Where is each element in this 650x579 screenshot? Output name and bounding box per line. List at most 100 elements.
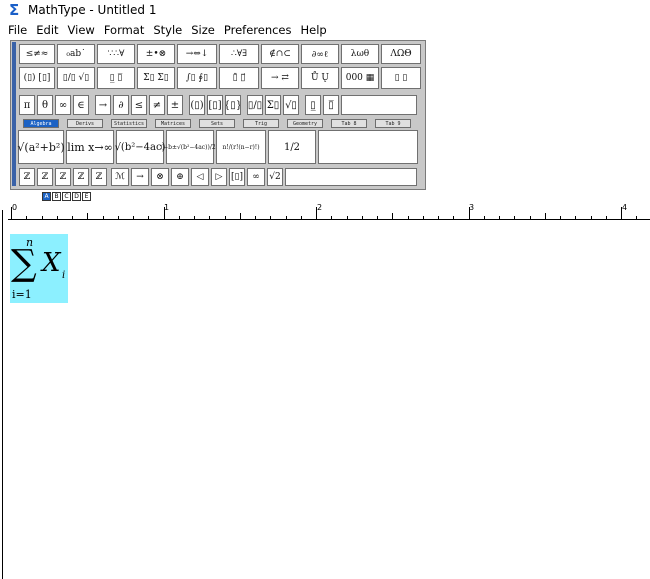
menu-size[interactable]: Size xyxy=(191,23,215,37)
menu-help[interactable]: Help xyxy=(301,23,327,37)
template-limit[interactable]: lim x→∞ xyxy=(66,130,114,164)
ruler-label-2: 2 xyxy=(317,203,323,212)
style-icon-b[interactable]: B xyxy=(52,192,61,201)
symbol-partial[interactable]: ∂ xyxy=(113,95,129,115)
template-discriminant[interactable]: √(b²−4ac) xyxy=(115,130,165,164)
template-overbar[interactable]: ▯̅ xyxy=(323,95,339,115)
symbol-circled-times[interactable]: ⊗ xyxy=(151,168,169,186)
symbol-theta[interactable]: θ xyxy=(37,95,53,115)
symbol-infinity-2[interactable]: ∞ xyxy=(247,168,265,186)
tab-statistics[interactable]: Statistics xyxy=(111,119,147,128)
palette-operators[interactable]: ±•⊗ xyxy=(137,44,175,64)
style-icon-e[interactable]: E xyxy=(82,192,91,201)
template-braces[interactable]: {▯} xyxy=(225,95,241,115)
symbol-right-arrow[interactable]: → xyxy=(131,168,149,186)
style-icon-d[interactable]: D xyxy=(72,192,81,201)
palette-arrows[interactable]: →⇔↓ xyxy=(177,44,217,64)
symbol-integers-4[interactable]: ℤ xyxy=(73,168,89,186)
menu-bar: File Edit View Format Style Size Prefere… xyxy=(0,21,328,39)
ruler[interactable]: 0 1 2 3 4 xyxy=(8,203,650,220)
menu-format[interactable]: Format xyxy=(104,23,145,37)
tab-8[interactable]: Tab 8 xyxy=(331,119,367,128)
template-brackets[interactable]: [▯] xyxy=(207,95,223,115)
template-combination[interactable]: n!/(r!(n−r)!) xyxy=(216,130,266,164)
symbol-integers-5[interactable]: ℤ xyxy=(91,168,107,186)
ruler-tick xyxy=(56,216,58,219)
summand-variable[interactable]: X xyxy=(42,248,61,278)
palette-misc[interactable]: ∂∞ℓ xyxy=(301,44,339,64)
menu-style[interactable]: Style xyxy=(153,23,182,37)
ruler-tick xyxy=(163,207,165,219)
template-interval[interactable]: [▯] xyxy=(229,168,245,186)
tab-algebra[interactable]: Algebra xyxy=(23,119,59,128)
mathtype-app-icon: Σ xyxy=(9,1,20,19)
palette-logical[interactable]: ∴∀∃ xyxy=(219,44,259,64)
symbol-integers-2[interactable]: ℤ xyxy=(37,168,53,186)
tab-trig[interactable]: Trig xyxy=(243,119,279,128)
palette-boxes[interactable]: ▯ ▯ xyxy=(381,67,421,89)
style-icon-c[interactable]: C xyxy=(62,192,71,201)
style-icon-a[interactable]: A xyxy=(42,192,51,201)
symbol-circled-plus[interactable]: ⊕ xyxy=(171,168,189,186)
palette-labeled-arrows[interactable]: → ⇄ xyxy=(261,67,299,89)
template-parentheses[interactable]: (▯) xyxy=(189,95,205,115)
palette-set-theory[interactable]: ∉∩⊂ xyxy=(261,44,299,64)
menu-view[interactable]: View xyxy=(68,23,95,37)
tab-sets[interactable]: Sets xyxy=(199,119,235,128)
menu-edit[interactable]: Edit xyxy=(36,23,58,37)
symbol-infinity[interactable]: ∞ xyxy=(55,95,71,115)
equation-editor[interactable] xyxy=(3,222,650,579)
menu-preferences[interactable]: Preferences xyxy=(224,23,292,37)
template-fraction[interactable]: ▯/▯ xyxy=(247,95,263,115)
symbol-pi[interactable]: π xyxy=(19,95,35,115)
symbol-script-m[interactable]: ℳ xyxy=(111,168,129,186)
palette-bars[interactable]: ▯̄ ▯⃗ xyxy=(219,67,259,89)
template-one-half[interactable]: 1/2 xyxy=(268,130,316,164)
symbol-bar-empty-slot[interactable] xyxy=(341,95,417,115)
template-sum[interactable]: Σ▯ xyxy=(265,95,281,115)
palette-greek-lower[interactable]: λωθ xyxy=(341,44,379,64)
symbol-not-equal[interactable]: ≠ xyxy=(149,95,165,115)
symbol-arrow[interactable]: → xyxy=(95,95,111,115)
template-sqrt[interactable]: √▯ xyxy=(283,95,299,115)
tab-matrices[interactable]: Matrices xyxy=(155,119,191,128)
ruler-tick xyxy=(392,213,394,219)
template-pythagoras[interactable]: √(a²+b²) xyxy=(17,130,65,164)
symbol-plus-minus[interactable]: ± xyxy=(167,95,183,115)
palette-relations[interactable]: ≤≠≈ xyxy=(19,44,55,64)
menu-file[interactable]: File xyxy=(8,23,27,37)
symbol-sqrt-two[interactable]: √2 xyxy=(267,168,283,186)
palette-integrals[interactable]: ∫▯ ∮▯ xyxy=(177,67,217,89)
ruler-tick xyxy=(117,216,119,219)
tab-derivs[interactable]: Derivs xyxy=(67,119,103,128)
sum-lower-limit[interactable]: i=1 xyxy=(12,288,32,301)
symbol-integers-1[interactable]: ℤ xyxy=(19,168,35,186)
symbol-integers-3[interactable]: ℤ xyxy=(55,168,71,186)
palette-products[interactable]: Ů Ų xyxy=(301,67,339,89)
toolbar-grip[interactable] xyxy=(12,42,16,186)
palette-sums[interactable]: Σ▯ Σ▯ xyxy=(137,67,175,89)
symbol-element-of[interactable]: ∈ xyxy=(73,95,89,115)
palette-spaces[interactable]: ₀ab˙ xyxy=(57,44,95,64)
palette-fractions-radicals[interactable]: ▯/▯ √▯ xyxy=(57,67,95,89)
sum-upper-limit[interactable]: n xyxy=(26,236,33,249)
palette-matrices[interactable]: 000 ▦ xyxy=(341,67,379,89)
ruler-tick xyxy=(255,216,256,219)
symbol-right-triangle[interactable]: ▷ xyxy=(211,168,227,186)
equation-selection[interactable]: ∑ n i=1 X i xyxy=(10,234,68,303)
template-empty-slot[interactable] xyxy=(318,130,418,164)
palette-fences[interactable]: (▯) [▯] xyxy=(19,67,55,89)
palette-scripts[interactable]: ▯̲ ▯̅ xyxy=(97,67,135,89)
summand-subscript[interactable]: i xyxy=(62,270,65,281)
template-underbar[interactable]: ▯̲ xyxy=(305,95,321,115)
symbol-left-triangle[interactable]: ◁ xyxy=(191,168,209,186)
symbol-row-empty-slot[interactable] xyxy=(285,168,417,186)
tab-geometry[interactable]: Geometry xyxy=(287,119,323,128)
palette-embellishments[interactable]: ∵∴∀ xyxy=(97,44,135,64)
template-quadratic-formula[interactable]: (−b±√(b²−4ac))/2a xyxy=(161,130,219,164)
ruler-tick xyxy=(239,213,241,219)
tab-9[interactable]: Tab 9 xyxy=(375,119,411,128)
symbol-less-equal[interactable]: ≤ xyxy=(131,95,147,115)
ruler-tick xyxy=(407,216,409,219)
palette-greek-upper[interactable]: ΛΩΘ xyxy=(381,44,421,64)
